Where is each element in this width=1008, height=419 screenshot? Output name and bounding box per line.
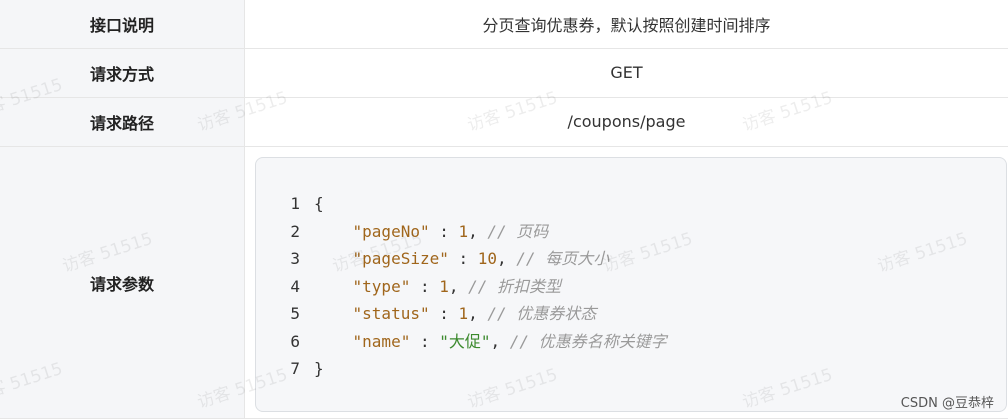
code-value: "大促" xyxy=(439,331,491,351)
code-value: 1 xyxy=(458,221,469,241)
code-comma: , xyxy=(497,249,517,269)
csdn-credit: CSDN @豆恭梓 xyxy=(900,396,994,411)
code-comma: , xyxy=(468,221,488,241)
code-sep: : xyxy=(429,304,459,324)
code-value: 1 xyxy=(458,304,469,324)
api-spec-table: 接口说明 分页查询优惠券，默认按照创建时间排序 请求方式 GET 请求路径 /c… xyxy=(0,0,1008,419)
code-comment: // 页码 xyxy=(487,221,549,241)
row-value: /coupons/page xyxy=(244,97,1008,148)
line-number: 4 xyxy=(290,276,300,296)
code-value: 10 xyxy=(477,249,498,269)
code-sep: : xyxy=(429,221,459,241)
table-row: 请求方式 GET xyxy=(0,48,1008,98)
code-line: 6 "name" : "大促", // 优惠券名称关键字 xyxy=(256,328,1006,356)
code-line: 7 } xyxy=(256,355,1006,383)
code-key: "status" xyxy=(352,304,430,324)
code-brace: { xyxy=(314,194,324,214)
code-comment: // 折扣类型 xyxy=(468,276,562,296)
code-comment: // 优惠券状态 xyxy=(487,304,597,324)
line-number: 5 xyxy=(290,304,300,324)
code-block[interactable]: 1 { 2 "pageNo" : 1, // 页码 3 "pageSize" :… xyxy=(255,157,1007,413)
code-comma: , xyxy=(468,304,488,324)
line-number: 1 xyxy=(290,194,300,214)
code-line: 2 "pageNo" : 1, // 页码 xyxy=(256,218,1006,246)
line-number: 6 xyxy=(290,331,300,351)
code-value: 1 xyxy=(439,276,449,296)
row-value: 1 { 2 "pageNo" : 1, // 页码 3 "pageSize" :… xyxy=(244,146,1008,419)
line-number: 3 xyxy=(290,249,300,269)
row-value: 分页查询优惠券，默认按照创建时间排序 xyxy=(244,0,1008,49)
table-row: 请求路径 /coupons/page xyxy=(0,97,1008,148)
code-key: "pageNo" xyxy=(352,221,430,241)
row-label: 请求路径 xyxy=(0,97,245,148)
row-label: 请求方式 xyxy=(0,48,245,98)
code-comma: , xyxy=(490,331,510,351)
code-key: "type" xyxy=(352,276,411,296)
table-row: 接口说明 分页查询优惠券，默认按照创建时间排序 xyxy=(0,0,1008,49)
code-comment: // 优惠券名称关键字 xyxy=(509,331,667,351)
code-line: 5 "status" : 1, // 优惠券状态 xyxy=(256,300,1006,328)
code-key: "name" xyxy=(352,331,411,351)
code-comment: // 每页大小 xyxy=(516,249,610,269)
table-row: 请求参数 1 { 2 "pageNo" : 1, // 页码 3 "pageSi… xyxy=(0,146,1008,419)
code-sep: : xyxy=(448,249,478,269)
line-number: 7 xyxy=(290,359,300,379)
row-label: 请求参数 xyxy=(0,146,245,419)
code-brace: } xyxy=(314,359,324,379)
line-number: 2 xyxy=(290,221,300,241)
code-line: 3 "pageSize" : 10, // 每页大小 xyxy=(256,245,1006,273)
row-label: 接口说明 xyxy=(0,0,245,49)
row-value: GET xyxy=(244,48,1008,98)
code-sep: : xyxy=(410,276,440,296)
code-sep: : xyxy=(410,331,440,351)
code-comma: , xyxy=(448,276,469,296)
code-key: "pageSize" xyxy=(352,249,449,269)
code-line: 1 { xyxy=(256,190,1006,218)
code-line: 4 "type" : 1, // 折扣类型 xyxy=(256,273,1006,301)
